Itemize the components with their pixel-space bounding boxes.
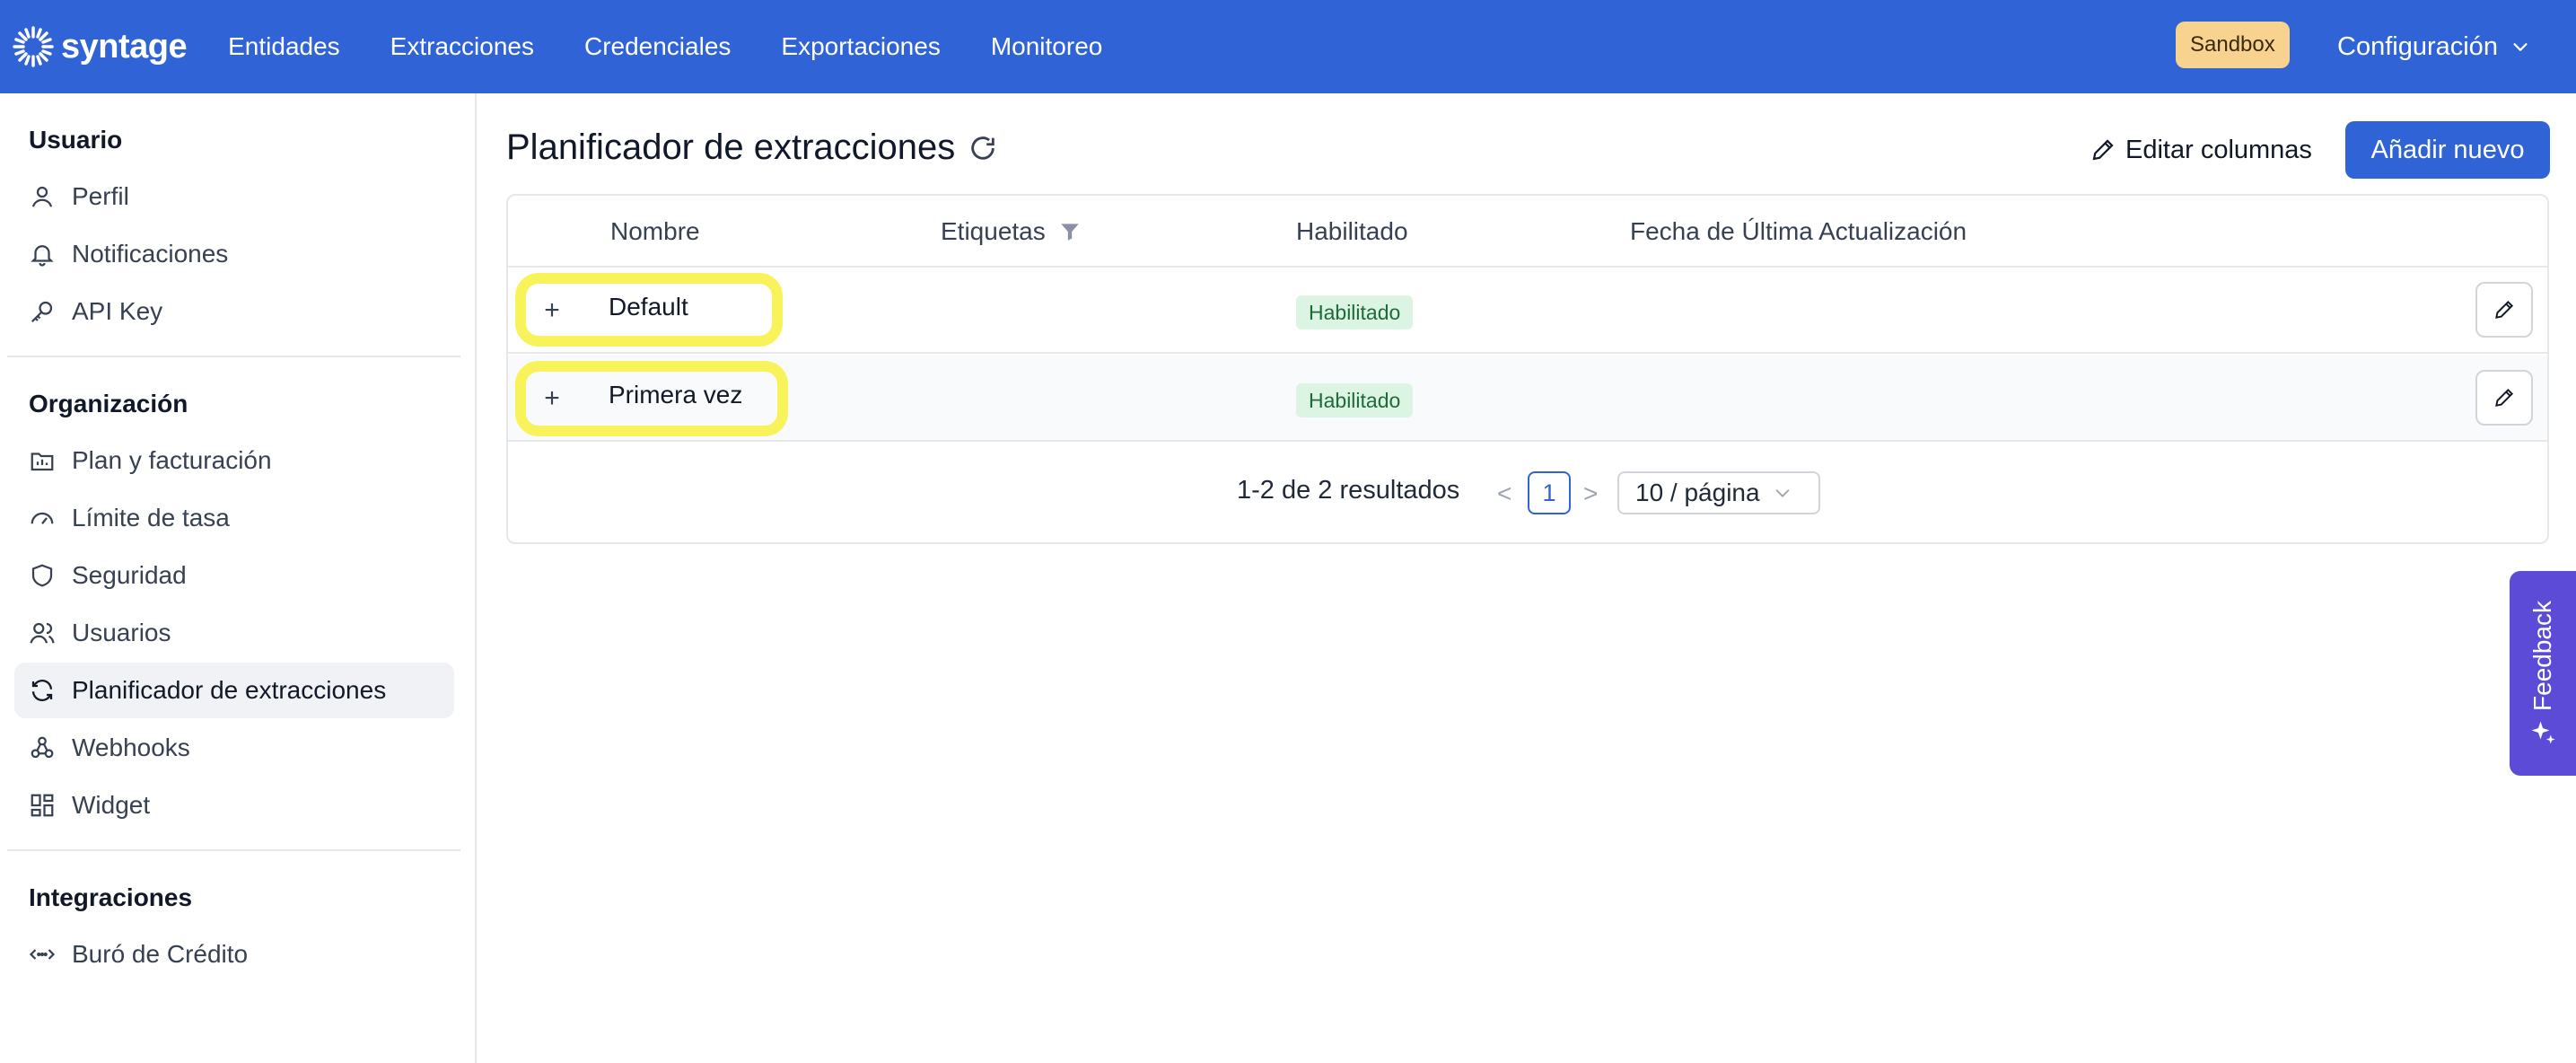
sidebar-item-buro-credito[interactable]: Buró de Crédito [14, 927, 454, 982]
edit-row-button[interactable] [2475, 282, 2533, 338]
grid-icon [31, 794, 54, 817]
add-new-button[interactable]: Añadir nuevo [2345, 121, 2550, 179]
page-title: Planificador de extracciones [506, 127, 998, 168]
sidebar-item-label: Perfil [72, 182, 129, 210]
webhook-icon [31, 736, 54, 759]
environment-badge: Sandbox [2176, 22, 2290, 68]
sidebar-item-webhooks[interactable]: Webhooks [14, 720, 454, 776]
brand-name: syntage [61, 27, 188, 66]
chevron-down-icon [1775, 489, 1789, 497]
table-row[interactable]: + Primera vez Habilitado [508, 356, 2547, 442]
bell-icon [31, 245, 54, 267]
sidebar-item-plan-facturacion[interactable]: Plan y facturación [14, 433, 454, 488]
highlight-annotation [515, 273, 783, 347]
sidebar-item-widget[interactable]: Widget [14, 777, 454, 833]
sidebar-section-integraciones: Integraciones [29, 883, 193, 911]
users-icon [30, 622, 55, 644]
page-size-select[interactable]: 10 / página [1617, 471, 1820, 514]
sidebar-item-label: Widget [72, 791, 151, 819]
pagination-prev-button[interactable]: < [1497, 479, 1511, 508]
gauge-icon [31, 512, 54, 524]
sidebar-item-label: Planificador de extracciones [72, 676, 387, 704]
sidebar-divider [7, 356, 460, 357]
nav-item-entidades[interactable]: Entidades [228, 32, 340, 61]
refresh-icon[interactable] [968, 133, 998, 163]
pagination-results: 1-2 de 2 resultados [1237, 476, 1460, 505]
page-size-value: 10 / página [1635, 479, 1760, 506]
sidebar-item-label: Plan y facturación [72, 446, 272, 474]
sidebar-section-organizacion: Organización [29, 390, 188, 417]
top-navbar: syntage Entidades Extracciones Credencia… [0, 0, 2576, 93]
nav-item-credenciales[interactable]: Credenciales [584, 32, 731, 61]
nav-item-exportaciones[interactable]: Exportaciones [781, 32, 940, 61]
nav-item-monitoreo[interactable]: Monitoreo [991, 32, 1103, 61]
column-header-habilitado[interactable]: Habilitado [1296, 214, 1408, 250]
edit-columns-button[interactable]: Editar columnas [2090, 130, 2312, 170]
sidebar-item-label: Webhooks [72, 734, 190, 761]
pagination-page-button[interactable]: 1 [1528, 471, 1571, 514]
edit-row-button[interactable] [2475, 370, 2533, 426]
sidebar-item-limite-tasa[interactable]: Límite de tasa [14, 490, 454, 546]
config-label: Configuración [2337, 31, 2498, 61]
refresh-icon [31, 680, 53, 701]
settings-sidebar: Usuario Perfil Notificaciones API Key Or… [0, 93, 477, 1063]
sidebar-item-usuarios[interactable]: Usuarios [14, 605, 454, 661]
sidebar-item-label: Usuarios [72, 619, 171, 646]
main-nav: Entidades Extracciones Credenciales Expo… [228, 32, 1152, 61]
status-badge: Habilitado [1296, 295, 1414, 329]
user-icon [31, 186, 53, 207]
sidebar-item-label: Buró de Crédito [72, 940, 249, 968]
sidebar-divider [7, 849, 460, 851]
pencil-icon [2092, 139, 2114, 161]
sidebar-item-seguridad[interactable]: Seguridad [14, 548, 454, 603]
column-header-label: Etiquetas [941, 217, 1046, 245]
feedback-label: Feedback [2528, 600, 2556, 711]
sidebar-item-planificador[interactable]: Planificador de extracciones [14, 663, 454, 718]
highlight-annotation [515, 361, 788, 436]
pagination-next-button[interactable]: > [1583, 479, 1598, 508]
config-menu[interactable]: Configuración [2337, 0, 2530, 93]
sidebar-item-label: Seguridad [72, 561, 187, 589]
billing-folder-icon [31, 452, 54, 471]
nav-item-extracciones[interactable]: Extracciones [390, 32, 534, 61]
edit-columns-label: Editar columnas [2125, 135, 2312, 164]
feedback-tab[interactable]: Feedback [2510, 571, 2576, 776]
sidebar-item-label: API Key [72, 297, 163, 325]
table-row[interactable]: + Default Habilitado [508, 268, 2547, 354]
status-badge: Habilitado [1296, 383, 1414, 417]
key-icon [31, 301, 53, 323]
page-title-text: Planificador de extracciones [506, 127, 956, 167]
arrows-horizontal-icon [29, 949, 56, 960]
filter-icon[interactable] [1058, 220, 1082, 243]
chevron-down-icon [2513, 43, 2528, 51]
pencil-icon [2495, 388, 2514, 407]
column-header-nombre[interactable]: Nombre [610, 214, 700, 250]
sidebar-item-notificaciones[interactable]: Notificaciones [14, 226, 454, 282]
pencil-icon [2495, 300, 2514, 319]
sidebar-section-usuario: Usuario [29, 126, 123, 154]
column-header-etiquetas[interactable]: Etiquetas [941, 214, 1082, 250]
sidebar-item-api-key[interactable]: API Key [14, 284, 454, 339]
sidebar-item-label: Notificaciones [72, 240, 229, 268]
sidebar-item-label: Límite de tasa [72, 504, 230, 532]
sun-logo-icon [13, 26, 54, 67]
brand-logo[interactable]: syntage [11, 0, 188, 93]
sparkle-icon [2531, 721, 2555, 744]
sidebar-item-perfil[interactable]: Perfil [14, 169, 454, 224]
shield-icon [31, 564, 53, 587]
column-header-fecha-actualizacion[interactable]: Fecha de Última Actualización [1630, 214, 1967, 250]
